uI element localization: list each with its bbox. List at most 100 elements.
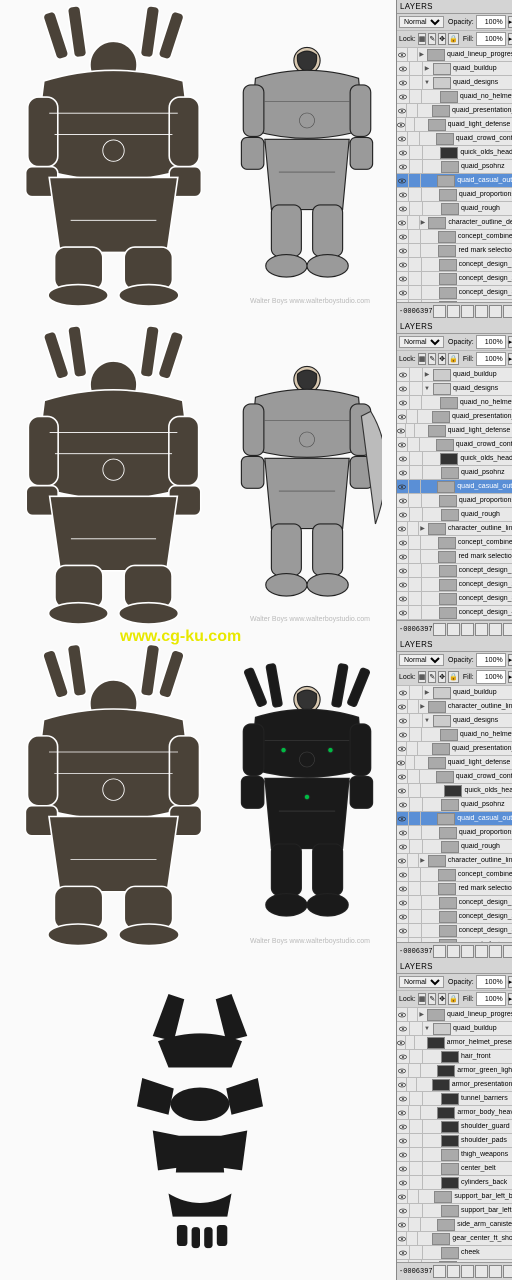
link-column[interactable] [406, 1036, 415, 1049]
layer-row[interactable]: quick_olds_head [397, 452, 512, 466]
link-column[interactable] [409, 272, 421, 285]
layer-row[interactable]: quaid_crowd_control [397, 770, 512, 784]
visibility-icon[interactable] [397, 90, 410, 103]
link-column[interactable] [410, 76, 423, 89]
link-column[interactable] [409, 784, 421, 797]
link-column[interactable] [410, 1162, 423, 1175]
blend-mode-select[interactable]: Normal [399, 16, 444, 28]
layer-row[interactable]: concept_design_2 [397, 910, 512, 924]
chevron-down-icon[interactable]: ▸ [508, 336, 512, 348]
visibility-icon[interactable] [397, 1050, 410, 1063]
lock-move-icon[interactable]: ✥ [438, 671, 446, 683]
visibility-icon[interactable] [397, 286, 409, 299]
visibility-icon[interactable] [397, 1078, 407, 1091]
link-column[interactable] [409, 564, 421, 577]
visibility-icon[interactable] [397, 1190, 408, 1203]
layer-row[interactable]: ▶ character_outline_lineup [397, 700, 512, 714]
visibility-icon[interactable] [397, 438, 408, 451]
visibility-icon[interactable] [397, 1162, 410, 1175]
canvas-area[interactable]: Walter Boys www.walterboystudio.com [0, 320, 396, 638]
adjustment-layer-icon[interactable] [475, 1265, 488, 1278]
layer-row[interactable]: concept_design_2 [397, 578, 512, 592]
visibility-icon[interactable] [397, 1022, 410, 1035]
layer-row[interactable]: tunnel_barriers [397, 1092, 512, 1106]
visibility-icon[interactable] [397, 714, 410, 727]
layer-row[interactable]: concept_design_2 [397, 272, 512, 286]
layer-row[interactable]: cylinders_back [397, 1176, 512, 1190]
visibility-icon[interactable] [397, 466, 410, 479]
link-column[interactable] [409, 258, 421, 271]
link-column[interactable] [408, 438, 419, 451]
link-column[interactable] [410, 508, 423, 521]
layer-row[interactable]: quaid_rough [397, 202, 512, 216]
visibility-icon[interactable] [397, 728, 410, 741]
link-column[interactable] [406, 424, 415, 437]
visibility-icon[interactable] [397, 132, 408, 145]
visibility-icon[interactable] [397, 1218, 409, 1231]
blend-mode-select[interactable]: Normal [399, 336, 444, 348]
visibility-icon[interactable] [397, 854, 408, 867]
visibility-icon[interactable] [397, 424, 406, 437]
link-column[interactable] [409, 480, 421, 493]
layer-mask-icon[interactable] [461, 305, 474, 318]
visibility-icon[interactable] [397, 1176, 410, 1189]
link-column[interactable] [410, 466, 423, 479]
link-column[interactable] [409, 494, 421, 507]
layer-row[interactable]: quaid_proportions [397, 826, 512, 840]
lock-move-icon[interactable]: ✥ [438, 33, 446, 45]
link-column[interactable] [409, 550, 421, 563]
group-icon[interactable] [489, 945, 502, 958]
lock-transparent-icon[interactable]: ▦ [418, 33, 427, 45]
lock-paint-icon[interactable]: ✎ [428, 33, 436, 45]
layer-row[interactable]: ▶ character_outline_lineup [397, 522, 512, 536]
visibility-icon[interactable] [397, 244, 409, 257]
layer-row[interactable]: concept_combined [397, 536, 512, 550]
link-column[interactable] [408, 1008, 419, 1021]
layer-row[interactable]: shoulder_pads [397, 1134, 512, 1148]
visibility-icon[interactable] [397, 62, 410, 75]
layer-row[interactable]: quaid_rough [397, 840, 512, 854]
panel-header[interactable]: LAYERS [397, 320, 512, 334]
twirl-icon[interactable]: ▶ [423, 689, 431, 696]
layer-row[interactable]: concept_design_3 [397, 924, 512, 938]
link-column[interactable] [410, 1204, 423, 1217]
layer-row[interactable]: quaid_presentation_gear [397, 742, 512, 756]
link-column[interactable] [409, 1218, 421, 1231]
link-column[interactable] [408, 522, 419, 535]
layer-row[interactable]: quaid_presentation_gear [397, 104, 512, 118]
layer-row[interactable]: quaid_no_helmet [397, 728, 512, 742]
visibility-icon[interactable] [397, 910, 409, 923]
visibility-icon[interactable] [397, 1036, 406, 1049]
layer-row[interactable]: gear_center_ft_shoulder [397, 1232, 512, 1246]
layer-row[interactable]: thigh_weapons [397, 1148, 512, 1162]
panel-header[interactable]: LAYERS [397, 0, 512, 14]
link-column[interactable] [409, 188, 421, 201]
layer-row[interactable]: quaid_casual_outfit [397, 812, 512, 826]
canvas-area[interactable]: Walter Boys www.walterboystudio.com [0, 638, 396, 960]
layer-row[interactable]: concept_design_1 [397, 896, 512, 910]
layer-row[interactable]: quaid_light_defense (standard) [397, 424, 512, 438]
layer-row[interactable]: armor_green_lights [397, 1064, 512, 1078]
twirl-icon[interactable]: ▶ [418, 51, 424, 58]
fill-input[interactable] [476, 670, 506, 684]
visibility-icon[interactable] [397, 1232, 407, 1245]
layer-row[interactable]: quick_olds_head [397, 784, 512, 798]
layer-row[interactable]: quaid_presentation_gear [397, 410, 512, 424]
link-column[interactable] [410, 160, 423, 173]
link-column[interactable] [408, 132, 419, 145]
layer-row[interactable]: quaid_proportions [397, 494, 512, 508]
visibility-icon[interactable] [397, 230, 409, 243]
new-layer-icon[interactable] [503, 305, 512, 318]
layer-row[interactable]: quaid_psohnz [397, 798, 512, 812]
lock-all-icon[interactable]: 🔒 [448, 33, 459, 45]
lock-transparent-icon[interactable]: ▦ [418, 353, 427, 365]
visibility-icon[interactable] [397, 1134, 410, 1147]
link-column[interactable] [409, 1064, 421, 1077]
twirl-icon[interactable]: ▶ [418, 1011, 424, 1018]
layer-row[interactable]: red mark selection [397, 550, 512, 564]
chevron-down-icon[interactable]: ▸ [508, 654, 512, 666]
adjustment-layer-icon[interactable] [475, 623, 488, 636]
visibility-icon[interactable] [397, 868, 409, 881]
link-column[interactable] [410, 62, 423, 75]
visibility-icon[interactable] [397, 1120, 410, 1133]
